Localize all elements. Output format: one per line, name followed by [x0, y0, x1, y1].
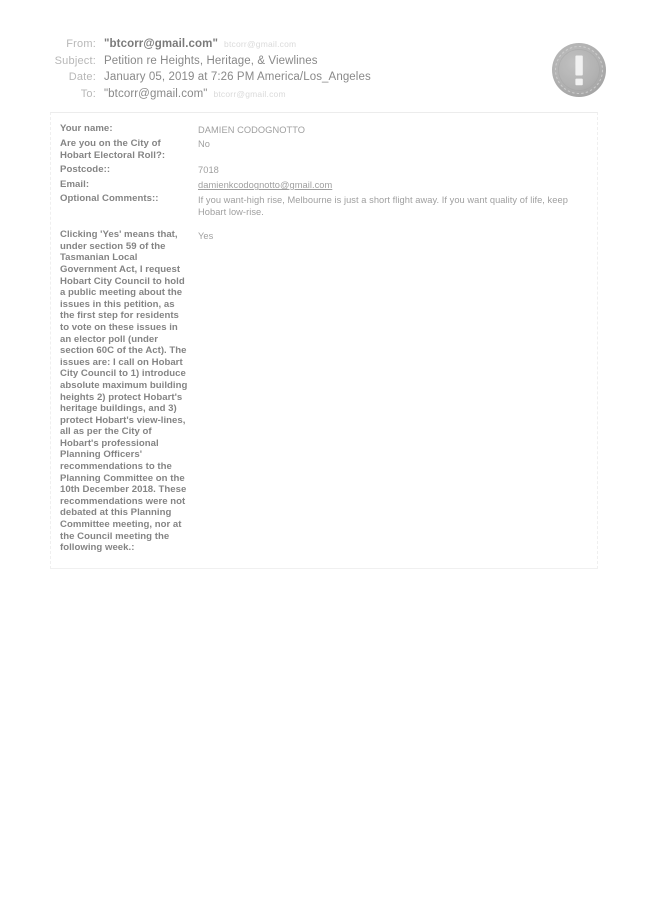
table-row-email: Email: damienkcodognotto@gmail.com [51, 179, 597, 192]
date-value: January 05, 2019 at 7:26 PM America/Los_… [104, 71, 371, 83]
subject-label: Subject: [54, 54, 96, 67]
field-label-optional-comments: Optional Comments:: [60, 193, 159, 205]
from-value: "btcorr@gmail.com" [104, 38, 219, 50]
field-value-postcode: 7018 [198, 165, 219, 176]
field-value-your-name: DAMIEN CODOGNOTTO [198, 124, 306, 135]
table-row-postcode: Postcode:: 7018 [51, 164, 597, 177]
field-label-email: Email: [60, 178, 90, 190]
to-address-faint: btcorr@gmail.com [213, 88, 286, 99]
table-row-name: Your name: DAMIEN CODOGNOTTO [51, 123, 597, 136]
date-label: Date: [68, 71, 96, 83]
email-header-row-from: From: "btcorr@gmail.com" btcorr@gmail.co… [0, 38, 646, 55]
from-label: From: [66, 38, 96, 50]
field-label-postcode: Postcode:: [60, 163, 111, 175]
field-value-optional-comments: If you want-high rise, Melbourne is just… [198, 194, 568, 217]
table-row-optional-comments: Optional Comments:: If you want-high ris… [51, 193, 597, 218]
from-address-faint: btcorr@gmail.com [224, 39, 297, 49]
email-header: From: "btcorr@gmail.com" btcorr@gmail.co… [0, 38, 646, 104]
email-header-row-subject: Subject: Petition re Heights, Heritage, … [0, 55, 646, 72]
field-label-your-name: Your name: [60, 123, 113, 134]
field-value-electoral-roll: No [198, 139, 210, 150]
subject-value: Petition re Heights, Heritage, & Viewlin… [104, 54, 318, 67]
email-header-row-date: Date: January 05, 2019 at 7:26 PM Americ… [0, 71, 646, 88]
table-row-electoral-roll: Are you on the City of Hobart Electoral … [51, 138, 597, 162]
field-value-petition-statement: Yes [198, 230, 214, 241]
to-value: "btcorr@gmail.com" [104, 87, 208, 100]
table-row-petition-statement: Clicking 'Yes' means that, under section… [51, 218, 597, 554]
field-value-email-link[interactable]: damienkcodognotto@gmail.com [198, 179, 597, 192]
field-label-petition-statement: Clicking 'Yes' means that, under section… [60, 229, 188, 554]
to-label: To: [80, 87, 96, 100]
field-label-electoral-roll: Are you on the City of Hobart Electoral … [60, 137, 166, 161]
email-header-row-to: To: "btcorr@gmail.com" btcorr@gmail.com [0, 88, 646, 105]
submission-table: Your name: DAMIEN CODOGNOTTO Are you on … [50, 112, 598, 569]
exclamation-seal-icon [551, 42, 607, 98]
scanned-email-page: From: "btcorr@gmail.com" btcorr@gmail.co… [0, 0, 646, 914]
